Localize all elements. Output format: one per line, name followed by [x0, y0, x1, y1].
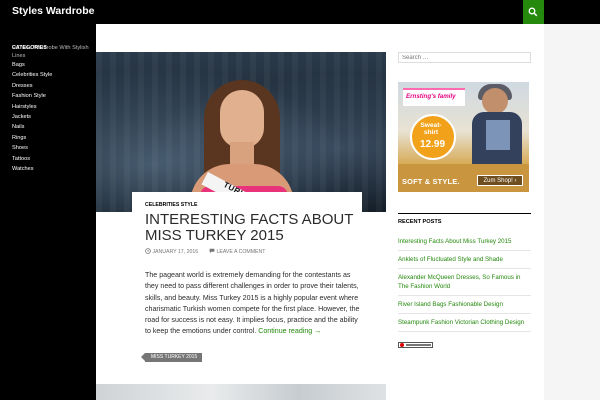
recent-post-link[interactable]: Alexander McQueen Dresses, So Famous in … [398, 269, 531, 296]
site-title[interactable]: Styles Wardrobe [12, 5, 94, 17]
post-category-link[interactable]: CELEBRITIES STYLE [145, 202, 197, 208]
post-tag[interactable]: MISS TURKEY 2015 [140, 353, 203, 362]
recent-post-link[interactable]: Interesting Facts About Miss Turkey 2015 [398, 233, 531, 251]
recent-posts-heading: RECENT POSTS [398, 219, 442, 225]
category-item-watches[interactable]: Watches [12, 164, 52, 174]
ad-slogan: SOFT & STYLE. [402, 177, 460, 186]
right-gutter [544, 24, 600, 400]
category-item-shoes[interactable]: Shoes [12, 143, 52, 153]
category-item-hairstyles[interactable]: Hairstyles [12, 102, 52, 112]
counter-bar [406, 344, 431, 346]
comment-icon [209, 248, 215, 254]
ad-badge-product: Sweat-shirt [420, 122, 442, 136]
category-item-dresses[interactable]: Dresses [12, 81, 52, 91]
ad-shop-button[interactable]: Zum Shop! › [477, 175, 523, 186]
categories-heading: CATEGORIES [12, 45, 47, 51]
left-sidebar: Fill Your Wardrobe With Stylish Lines CA… [0, 24, 96, 400]
category-item-fashion-style[interactable]: Fashion Style [12, 91, 52, 101]
top-bar-right [544, 0, 600, 24]
recent-posts-list: Interesting Facts About Miss Turkey 2015… [398, 233, 531, 332]
next-post-image[interactable] [96, 384, 386, 400]
post-title[interactable]: INTERESTING FACTS ABOUT MISS TURKEY 2015 [145, 212, 355, 244]
post-excerpt: The pageant world is extremely demanding… [145, 270, 365, 338]
category-item-bags[interactable]: Bags [12, 60, 52, 70]
search-toggle-button[interactable] [523, 0, 544, 24]
recent-post-link[interactable]: Anklets of Fluctuated Style and Shade [398, 251, 531, 269]
continue-reading-link[interactable]: Continue reading → [258, 327, 321, 335]
clock-icon [145, 248, 151, 254]
ad-brand: Ernsting's family [406, 93, 456, 100]
image-face [220, 90, 264, 148]
category-item-rings[interactable]: Rings [12, 133, 52, 143]
category-item-tattoos[interactable]: Tattoos [12, 154, 52, 164]
leave-comment-link[interactable]: LEAVE A COMMENT [216, 249, 265, 255]
category-list: Bags Celebrities Style Dresses Fashion S… [12, 60, 52, 174]
counter-dot-icon [400, 343, 404, 347]
ad-banner[interactable]: Ernsting's family Sweat-shirt 12.99 SOFT… [398, 82, 529, 192]
ad-model-shirt [486, 120, 510, 150]
visitor-counter-badge[interactable] [398, 342, 433, 348]
ad-badge-price: 12.99 [420, 139, 446, 150]
ad-model-face [482, 88, 508, 114]
search-icon [528, 7, 538, 17]
search-input[interactable] [398, 52, 531, 63]
category-item-celebrities-style[interactable]: Celebrities Style [12, 70, 52, 80]
post-excerpt-text: The pageant world is extremely demanding… [145, 271, 360, 336]
category-item-nails[interactable]: Nails [12, 122, 52, 132]
post-meta: JANUARY 17, 2016 LEAVE A COMMENT [145, 248, 265, 255]
featured-image[interactable]: TURKEY [96, 52, 386, 212]
category-item-jackets[interactable]: Jackets [12, 112, 52, 122]
widget-divider [398, 213, 531, 214]
ad-price-badge [410, 114, 456, 160]
recent-post-link[interactable]: Steampunk Fashion Victorian Clothing Des… [398, 314, 531, 332]
recent-post-link[interactable]: River Island Bags Fashionable Design [398, 296, 531, 314]
post-date[interactable]: JANUARY 17, 2016 [152, 249, 198, 255]
